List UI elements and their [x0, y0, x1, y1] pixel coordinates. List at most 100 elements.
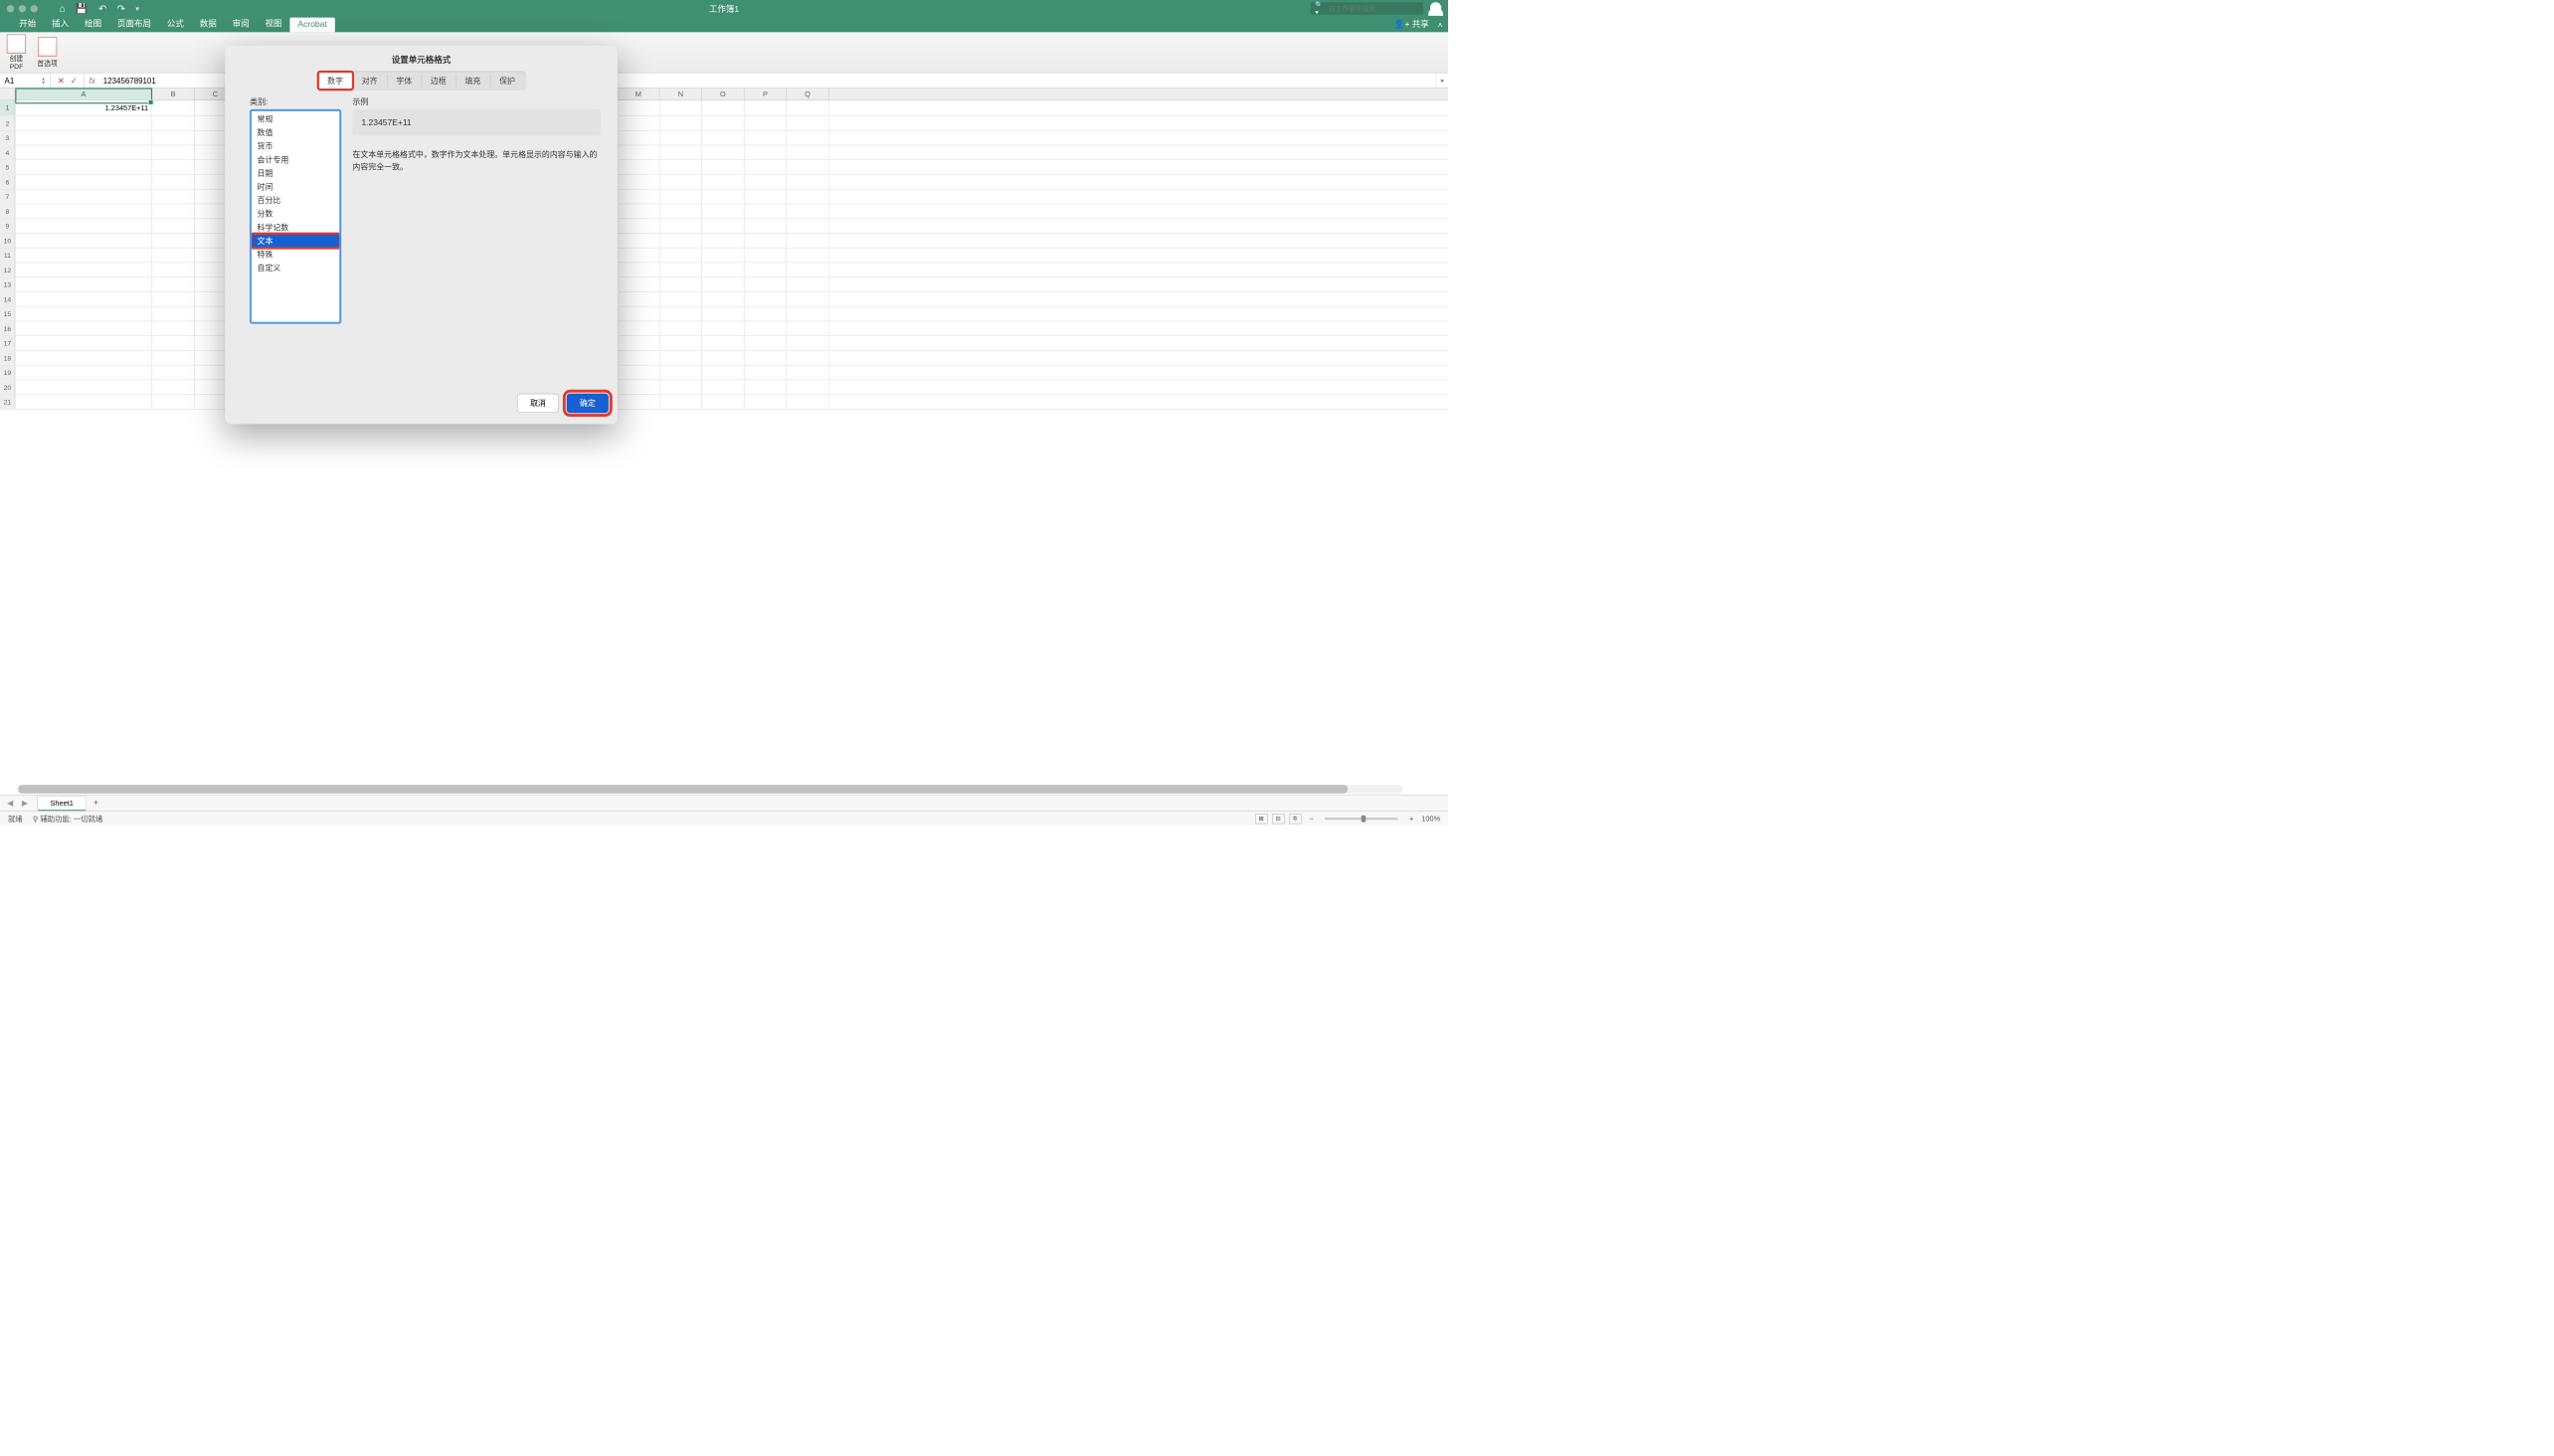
formula-expand-icon[interactable]: ▾: [1436, 74, 1448, 88]
col-header[interactable]: B: [152, 88, 195, 99]
cell[interactable]: [702, 131, 745, 145]
row-header[interactable]: 12: [0, 263, 15, 276]
zoom-in-button[interactable]: +: [1406, 815, 1417, 823]
ribbon-tab-data[interactable]: 数据: [192, 15, 225, 32]
ribbon-tab-review[interactable]: 审阅: [225, 15, 258, 32]
cell[interactable]: [787, 145, 829, 159]
cell[interactable]: [787, 248, 829, 262]
cell[interactable]: [787, 321, 829, 335]
category-list[interactable]: 常规数值货币会计专用日期时间百分比分数科学记数文本特殊自定义: [250, 109, 341, 323]
row-header[interactable]: 3: [0, 131, 15, 145]
cell[interactable]: [618, 292, 660, 306]
col-header[interactable]: M: [618, 88, 660, 99]
cell[interactable]: [744, 219, 787, 233]
cell[interactable]: [787, 351, 829, 365]
cell[interactable]: [787, 336, 829, 350]
cell[interactable]: [618, 277, 660, 291]
cell[interactable]: [659, 306, 702, 320]
cell[interactable]: [15, 160, 152, 174]
cell[interactable]: [744, 145, 787, 159]
dialog-tab-fill[interactable]: 填充: [456, 73, 489, 90]
cell[interactable]: [787, 204, 829, 218]
cell[interactable]: [618, 204, 660, 218]
home-icon[interactable]: ⌂: [60, 3, 66, 15]
cell[interactable]: [744, 116, 787, 130]
cell[interactable]: [787, 306, 829, 320]
row-header[interactable]: 10: [0, 234, 15, 248]
cell[interactable]: [744, 380, 787, 394]
cell[interactable]: [787, 100, 829, 115]
cell[interactable]: [744, 395, 787, 409]
cell[interactable]: [787, 116, 829, 130]
minimize-window-button[interactable]: [19, 5, 26, 12]
cell[interactable]: [618, 351, 660, 365]
cell[interactable]: [744, 263, 787, 276]
ribbon-tab-home[interactable]: 开始: [11, 15, 44, 32]
cell[interactable]: [659, 190, 702, 204]
cell[interactable]: [618, 116, 660, 130]
cell[interactable]: [15, 292, 152, 306]
cell[interactable]: [744, 190, 787, 204]
cell[interactable]: [787, 190, 829, 204]
view-page-break-button[interactable]: ⧉: [1289, 814, 1301, 823]
cell[interactable]: [152, 131, 195, 145]
cell[interactable]: [152, 116, 195, 130]
zoom-level[interactable]: 100%: [1421, 815, 1440, 823]
cell[interactable]: [702, 145, 745, 159]
sheet-nav-next[interactable]: ▶: [18, 797, 32, 811]
zoom-slider[interactable]: [1325, 818, 1398, 819]
cell[interactable]: [152, 321, 195, 335]
cell[interactable]: [618, 190, 660, 204]
cell[interactable]: [659, 175, 702, 189]
cell[interactable]: [618, 131, 660, 145]
cell[interactable]: [152, 175, 195, 189]
row-header[interactable]: 4: [0, 145, 15, 159]
close-window-button[interactable]: [7, 5, 14, 12]
cell[interactable]: [702, 175, 745, 189]
cell[interactable]: [702, 204, 745, 218]
category-item[interactable]: 自定义: [252, 262, 339, 275]
ribbon-tab-formulas[interactable]: 公式: [159, 15, 192, 32]
cell[interactable]: [787, 160, 829, 174]
cell[interactable]: [702, 100, 745, 115]
category-item[interactable]: 会计专用: [252, 153, 339, 167]
cell[interactable]: [787, 292, 829, 306]
cell[interactable]: [15, 263, 152, 276]
col-header[interactable]: O: [702, 88, 745, 99]
row-header[interactable]: 5: [0, 160, 15, 174]
cell[interactable]: [659, 292, 702, 306]
share-button[interactable]: 👤+ 共享: [1394, 18, 1429, 30]
qat-customize-icon[interactable]: ▾: [135, 5, 138, 13]
select-all-corner[interactable]: [0, 88, 15, 99]
view-normal-button[interactable]: ▦: [1255, 814, 1267, 823]
cell[interactable]: [659, 116, 702, 130]
name-box[interactable]: A1 ▲▼: [0, 74, 51, 88]
zoom-window-button[interactable]: [31, 5, 38, 12]
cell[interactable]: [618, 306, 660, 320]
row-header[interactable]: 8: [0, 204, 15, 218]
cell[interactable]: [618, 145, 660, 159]
category-item[interactable]: 常规: [252, 112, 339, 126]
cell[interactable]: [152, 365, 195, 379]
row-header[interactable]: 19: [0, 365, 15, 379]
cell[interactable]: [15, 219, 152, 233]
create-pdf-button[interactable]: 创建 PDF: [7, 35, 26, 71]
preferences-button[interactable]: 首选项: [37, 37, 57, 68]
cell[interactable]: [659, 395, 702, 409]
cell[interactable]: [15, 190, 152, 204]
cell[interactable]: [702, 321, 745, 335]
cell[interactable]: [744, 351, 787, 365]
row-header[interactable]: 2: [0, 116, 15, 130]
save-icon[interactable]: 💾: [76, 3, 89, 15]
cell[interactable]: [152, 145, 195, 159]
cell[interactable]: [152, 219, 195, 233]
row-header[interactable]: 1: [0, 100, 15, 115]
fx-icon[interactable]: fx: [85, 74, 99, 88]
cell[interactable]: [15, 351, 152, 365]
row-header[interactable]: 15: [0, 306, 15, 320]
cell[interactable]: [659, 100, 702, 115]
category-item[interactable]: 日期: [252, 166, 339, 180]
cell[interactable]: [744, 248, 787, 262]
cell[interactable]: [702, 351, 745, 365]
ok-button[interactable]: 确定: [567, 394, 609, 413]
